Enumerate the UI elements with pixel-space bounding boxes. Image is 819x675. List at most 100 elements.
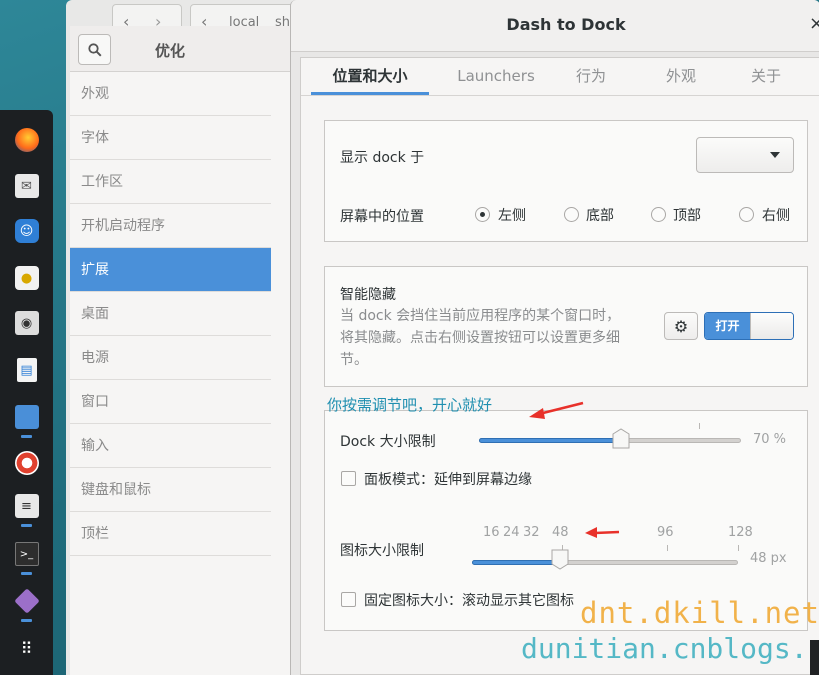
show-on-label: 显示 dock 于 [340, 150, 425, 166]
icon-size-tick [738, 545, 739, 551]
search-button[interactable] [78, 34, 111, 65]
annotation-arrow-1 [529, 401, 584, 419]
app-grid-icon: ⠿ [20, 638, 33, 658]
folder-icon [14, 405, 39, 429]
icon-size-mark: 48 [552, 525, 569, 540]
icon-size-value: 48 px [750, 551, 787, 566]
dock-help[interactable] [0, 443, 53, 483]
slider-mark [699, 423, 700, 429]
sidebar-item[interactable]: 电源 [70, 336, 271, 380]
dock-music[interactable]: ● [0, 258, 53, 298]
watermark-blog: dunitian.cnblogs.com [521, 632, 819, 665]
sidebar-item[interactable]: 顶栏 [70, 512, 271, 556]
search-icon [87, 42, 102, 57]
switch-on-label: 打开 [705, 313, 750, 339]
music-icon: ● [14, 266, 39, 290]
intellihide-title: 智能隐藏 [340, 287, 396, 303]
dock-size-value: 70 % [753, 432, 787, 447]
intellihide-settings-button[interactable]: ⚙ [664, 312, 698, 340]
switch-knob [750, 313, 793, 339]
fixed-icon-size-label[interactable]: 固定图标大小：滚动显示其它图标 [364, 590, 574, 610]
panel-mode-checkbox[interactable] [341, 471, 356, 486]
tab-about[interactable]: 关于 [736, 58, 796, 95]
icon-size-tick [667, 545, 668, 551]
document-icon: ▤ [16, 358, 37, 382]
radio-right[interactable] [739, 207, 754, 222]
icon-size-slider-fill [472, 560, 560, 565]
tab-position-size[interactable]: 位置和大小 [311, 58, 429, 95]
dock-size-slider-knob[interactable] [611, 428, 631, 450]
dock-tweak[interactable]: ≡ [0, 486, 53, 527]
tab-bar: 位置和大小 Launchers 行为 外观 关于 [301, 58, 819, 96]
dock-gem[interactable] [0, 581, 53, 622]
icon-size-mark: 24 [503, 525, 520, 540]
running-indicator [21, 619, 32, 622]
dock-app-grid[interactable]: ⠿ [0, 628, 53, 668]
position-frame: 显示 dock 于 屏幕中的位置 左侧 底部 顶部 右侧 [324, 120, 808, 242]
screen-position-label: 屏幕中的位置 [340, 209, 424, 225]
dock-size-slider-fill [479, 438, 621, 443]
sidebar-item[interactable]: 字体 [70, 116, 271, 160]
sidebar-item[interactable]: 扩展 [70, 248, 271, 292]
watermark-site: dnt.dkill.net [580, 596, 819, 630]
dock-size-label: Dock 大小限制 [340, 434, 436, 450]
dock-folder[interactable] [0, 397, 53, 438]
running-indicator [21, 572, 32, 575]
annotation-text: 你按需调节吧，开心就好 [327, 396, 493, 414]
gem-icon [13, 588, 40, 614]
help-icon [14, 451, 39, 475]
radio-bottom[interactable] [564, 207, 579, 222]
icon-size-slider-knob[interactable] [550, 548, 570, 570]
running-indicator [21, 524, 32, 527]
terminal-icon: >_ [14, 542, 39, 566]
icon-size-mark: 128 [728, 525, 753, 540]
monitor-combo[interactable] [696, 137, 794, 173]
radio-top-label[interactable]: 顶部 [673, 205, 701, 225]
dialog-title: Dash to Dock [506, 15, 626, 34]
tweak-sidebar: 外观 字体 工作区 开机启动程序 扩展 桌面 电源 窗口 输入 键盘和鼠标 顶栏 [70, 72, 271, 556]
sidebar-item[interactable]: 外观 [70, 72, 271, 116]
radio-left-label[interactable]: 左侧 [498, 205, 526, 225]
fixed-icon-size-checkbox[interactable] [341, 592, 356, 607]
dock-document[interactable]: ▤ [0, 350, 53, 390]
dock: ✉ ☺ ● ◉ ▤ ≡ >_ ⠿ [0, 110, 53, 675]
icon-size-mark: 32 [523, 525, 540, 540]
dash-to-dock-dialog: Dash to Dock × 位置和大小 Launchers 行为 外观 关于 … [290, 0, 819, 675]
annotation-arrow-2 [585, 527, 620, 538]
dock-terminal[interactable]: >_ [0, 534, 53, 575]
mail-icon: ✉ [14, 174, 39, 198]
intellihide-frame: 智能隐藏 当 dock 会挡住当前应用程序的某个窗口时，将其隐藏。点击右侧设置按… [324, 266, 808, 387]
dock-firefox[interactable] [0, 120, 53, 160]
tab-behavior[interactable]: 行为 [561, 58, 621, 95]
tweak-icon: ≡ [14, 494, 39, 518]
sidebar-item[interactable]: 键盘和鼠标 [70, 468, 271, 512]
radio-left[interactable] [475, 207, 490, 222]
chevron-down-icon [770, 152, 780, 158]
tab-launchers[interactable]: Launchers [441, 58, 551, 95]
settings-notebook: 位置和大小 Launchers 行为 外观 关于 显示 dock 于 屏幕中的位… [300, 57, 819, 675]
tab-appearance[interactable]: 外观 [651, 58, 711, 95]
dock-chat[interactable]: ☺ [0, 211, 53, 251]
radio-right-label[interactable]: 右侧 [762, 205, 790, 225]
sidebar-item[interactable]: 桌面 [70, 292, 271, 336]
close-icon[interactable]: × [809, 13, 819, 34]
camera-icon: ◉ [14, 311, 39, 335]
panel-mode-label[interactable]: 面板模式：延伸到屏幕边缘 [364, 469, 532, 489]
sidebar-item[interactable]: 窗口 [70, 380, 271, 424]
intellihide-switch[interactable]: 打开 [704, 312, 794, 340]
firefox-icon [14, 128, 39, 152]
icon-size-mark: 16 [483, 525, 500, 540]
radio-top[interactable] [651, 207, 666, 222]
running-indicator [21, 435, 32, 438]
gear-icon: ⚙ [673, 316, 689, 336]
tweak-tool-title: 优化 [154, 42, 185, 60]
sidebar-item[interactable]: 开机启动程序 [70, 204, 271, 248]
chat-icon: ☺ [14, 219, 39, 243]
sidebar-item[interactable]: 工作区 [70, 160, 271, 204]
dock-mail[interactable]: ✉ [0, 166, 53, 206]
icon-size-label: 图标大小限制 [340, 543, 424, 559]
sidebar-item[interactable]: 输入 [70, 424, 271, 468]
icon-size-mark: 96 [657, 525, 674, 540]
dock-camera[interactable]: ◉ [0, 303, 53, 343]
radio-bottom-label[interactable]: 底部 [586, 205, 614, 225]
